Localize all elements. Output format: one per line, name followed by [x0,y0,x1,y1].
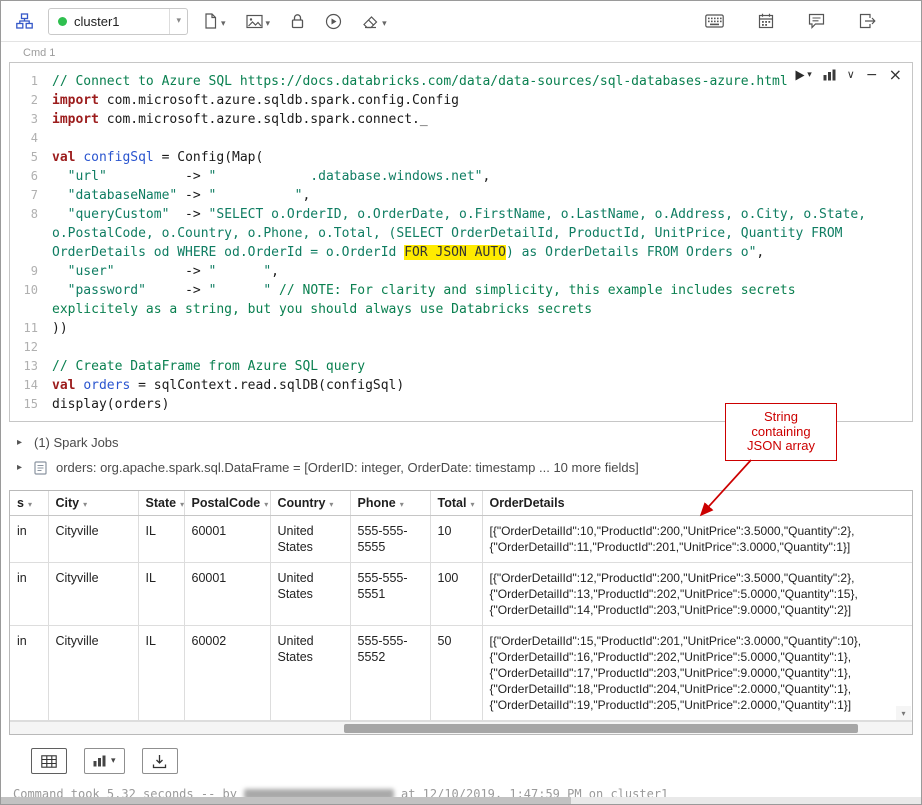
cell-state: IL [138,563,184,626]
cluster-selector[interactable]: cluster1 ▾ [48,8,188,35]
clusters-icon[interactable] [11,10,38,32]
table-vertical-scroll-down-button[interactable]: ▾ [896,706,911,720]
results-table-container: s▾ City▾ State▾ PostalCode▾ Country▾ Pho… [9,490,913,735]
cell-postalcode: 60001 [184,516,270,563]
chevron-down-icon: ▾ [382,19,387,29]
page-horizontal-scrollbar[interactable] [1,797,921,804]
expand-triangle-icon[interactable]: ▸ [17,437,25,448]
column-header-state[interactable]: State▾ [138,491,184,516]
run-cell-button[interactable]: ▾ [795,70,812,81]
cluster-name: cluster1 [74,14,169,29]
notebook-window: cluster1 ▾ ▾ ▾ ▾ [0,0,922,805]
collapse-cell-button[interactable]: ∨ [847,68,855,82]
chevron-down-icon: ▾ [221,19,226,29]
cell-total: 100 [430,563,482,626]
code-editor[interactable]: 1// Connect to Azure SQL https://docs.da… [10,63,912,421]
close-cell-button[interactable]: × [889,68,902,82]
export-button[interactable] [854,10,881,32]
sort-dropdown-icon[interactable]: ▾ [180,500,184,509]
run-all-button[interactable] [320,10,347,33]
scrollbar-thumb[interactable] [1,797,571,804]
sort-dropdown-icon[interactable]: ▾ [83,500,87,509]
column-header-total[interactable]: Total▾ [430,491,482,516]
cell-total: 50 [430,626,482,721]
expand-triangle-icon[interactable]: ▸ [17,462,25,473]
results-table: s▾ City▾ State▾ PostalCode▾ Country▾ Pho… [10,491,912,721]
sort-dropdown-icon[interactable]: ▾ [264,500,268,509]
cell-orderdetails: [{"OrderDetailId":10,"ProductId":200,"Un… [482,516,912,563]
minimize-cell-button[interactable]: − [866,68,878,82]
code-cell: ▾ ∨ − × 1// Connect to Azure SQL https:/… [9,62,913,422]
file-menu-button[interactable]: ▾ [198,10,231,32]
sort-dropdown-icon[interactable]: ▾ [329,500,333,509]
cell-chart-button[interactable] [823,69,836,81]
table-row: in Cityville IL 60001 United States 555-… [10,516,912,563]
keyboard-shortcuts-button[interactable] [700,11,729,31]
chevron-down-icon: ▾ [807,70,812,80]
chevron-down-icon: ▾ [111,756,116,766]
cell-city: Cityville [48,626,138,721]
cell-state: IL [138,626,184,721]
sort-dropdown-icon[interactable]: ▾ [28,500,32,509]
column-header-city[interactable]: City▾ [48,491,138,516]
code-lines: 1// Connect to Azure SQL https://docs.da… [10,72,912,414]
cell-country: United States [270,626,350,721]
cell-postalcode: 60002 [184,626,270,721]
comments-button[interactable] [803,10,830,32]
sort-dropdown-icon[interactable]: ▾ [400,500,404,509]
cell-orderdetails: [{"OrderDetailId":12,"ProductId":200,"Un… [482,563,912,626]
column-header-address[interactable]: s▾ [10,491,48,516]
cell-postalcode: 60001 [184,563,270,626]
chevron-down-icon: ▾ [266,19,271,29]
cell-address: in [10,563,48,626]
plot-options-button[interactable]: ▾ [84,748,125,774]
table-horizontal-scrollbar[interactable] [10,721,912,734]
cell-orderdetails: [{"OrderDetailId":15,"ProductId":201,"Un… [482,626,912,721]
view-menu-button[interactable]: ▾ [241,11,276,32]
cell-country: United States [270,563,350,626]
toolbar-right-group [700,10,881,32]
clear-menu-button[interactable]: ▾ [357,10,392,32]
cmd-label: Cmd 1 [1,42,921,62]
spark-jobs-label: (1) Spark Jobs [34,435,119,450]
sort-dropdown-icon[interactable]: ▾ [470,500,474,509]
cell-phone: 555-555-5552 [350,626,430,721]
cell-phone: 555-555-5551 [350,563,430,626]
column-header-country[interactable]: Country▾ [270,491,350,516]
cell-city: Cityville [48,516,138,563]
cell-address: in [10,516,48,563]
table-row: in Cityville IL 60001 United States 555-… [10,563,912,626]
cell-country: United States [270,516,350,563]
schedule-button[interactable] [753,10,779,32]
result-view-controls: ▾ [31,748,921,774]
notebook-toolbar: cluster1 ▾ ▾ ▾ ▾ [1,1,921,42]
annotation-callout: String containing JSON array [725,403,837,461]
column-header-postalcode[interactable]: PostalCode▾ [184,491,270,516]
table-view-button[interactable] [31,748,67,774]
permissions-lock-button[interactable] [285,10,310,32]
table-header-row: s▾ City▾ State▾ PostalCode▾ Country▾ Pho… [10,491,912,516]
column-header-phone[interactable]: Phone▾ [350,491,430,516]
table-row: in Cityville IL 60002 United States 555-… [10,626,912,721]
column-header-orderdetails[interactable]: OrderDetails [482,491,912,516]
chevron-down-icon[interactable]: ▾ [170,16,187,26]
cell-address: in [10,626,48,721]
scrollbar-thumb[interactable] [344,724,858,733]
cell-state: IL [138,516,184,563]
cell-phone: 555-555-5555 [350,516,430,563]
cell-toolbar: ▾ ∨ − × [795,68,902,82]
cell-total: 10 [430,516,482,563]
notebook-result-icon [34,461,47,475]
cluster-status-dot [58,17,67,26]
dataframe-schema-label: orders: org.apache.spark.sql.DataFrame =… [56,460,639,475]
cell-city: Cityville [48,563,138,626]
download-result-button[interactable] [142,748,178,774]
